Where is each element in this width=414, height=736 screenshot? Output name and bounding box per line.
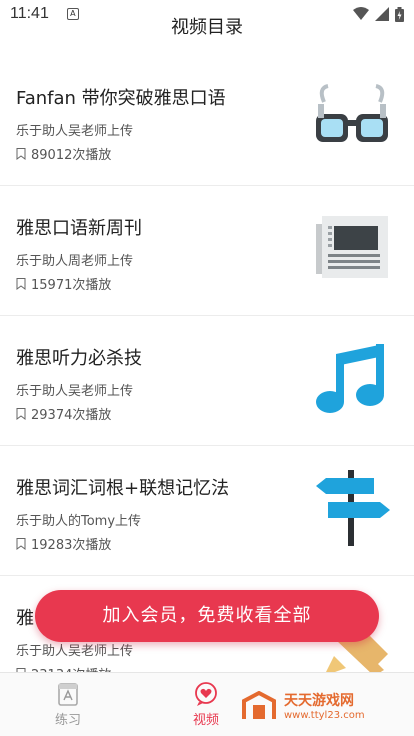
newspaper-icon xyxy=(316,216,388,278)
tab-label: 练习 xyxy=(54,713,81,728)
video-plays: 19283次播放 xyxy=(16,534,111,553)
play-count: 29374次播放 xyxy=(31,408,112,423)
video-title: 雅思词汇词根+联想记忆法 xyxy=(16,478,230,499)
bookmark-icon xyxy=(16,147,26,160)
tab-label: 视频 xyxy=(192,713,219,728)
list-item[interactable]: 雅思听力必杀技 乐于助人吴老师上传 29374次播放 xyxy=(0,316,414,446)
video-author: 乐于助人的Tomy上传 xyxy=(16,514,142,529)
play-count: 89012次播放 xyxy=(31,148,112,163)
video-plays: 89012次播放 xyxy=(16,144,111,163)
watermark-text: 天天游戏网 www.ttyl23.com xyxy=(284,690,365,721)
tab-practice[interactable]: 练习 xyxy=(28,681,108,728)
book-icon xyxy=(58,683,78,706)
video-title: 雅思听力必杀技 xyxy=(16,348,142,369)
heart-chat-icon xyxy=(195,682,217,706)
bookmark-icon xyxy=(16,537,26,550)
video-author: 乐于助人吴老师上传 xyxy=(16,644,134,659)
music-note-icon xyxy=(316,344,384,413)
list-item[interactable]: Fanfan 带你突破雅思口语 乐于助人吴老师上传 89012次播放 xyxy=(0,56,414,186)
video-title: 雅思口语新周刊 xyxy=(16,218,142,239)
video-author: 乐于助人吴老师上传 xyxy=(16,124,134,139)
watermark-url: www.ttyl23.com xyxy=(284,710,365,721)
video-author: 乐于助人周老师上传 xyxy=(16,254,134,269)
join-membership-button[interactable]: 加入会员，免费收看全部 xyxy=(35,590,379,642)
video-plays: 15971次播放 xyxy=(16,274,111,293)
glasses-icon xyxy=(316,84,388,142)
watermark: 天天游戏网 www.ttyl23.com xyxy=(240,690,365,721)
bookmark-icon xyxy=(16,407,26,420)
signpost-icon xyxy=(316,470,390,546)
video-author: 乐于助人吴老师上传 xyxy=(16,384,134,399)
bookmark-icon xyxy=(16,277,26,290)
video-plays: 29374次播放 xyxy=(16,404,111,423)
play-count: 15971次播放 xyxy=(31,278,112,293)
video-title: 雅 xyxy=(16,608,34,629)
page-title: 视频目录 xyxy=(171,17,243,38)
list-item[interactable]: 雅思口语新周刊 乐于助人周老师上传 15971次播放 xyxy=(0,186,414,316)
play-count: 19283次播放 xyxy=(31,538,112,553)
list-item[interactable]: 雅思词汇词根+联想记忆法 乐于助人的Tomy上传 19283次播放 xyxy=(0,446,414,576)
watermark-name: 天天游戏网 xyxy=(284,693,354,709)
tab-video[interactable]: 视频 xyxy=(166,681,246,728)
video-title: Fanfan 带你突破雅思口语 xyxy=(16,88,226,109)
watermark-logo-icon xyxy=(242,690,276,719)
